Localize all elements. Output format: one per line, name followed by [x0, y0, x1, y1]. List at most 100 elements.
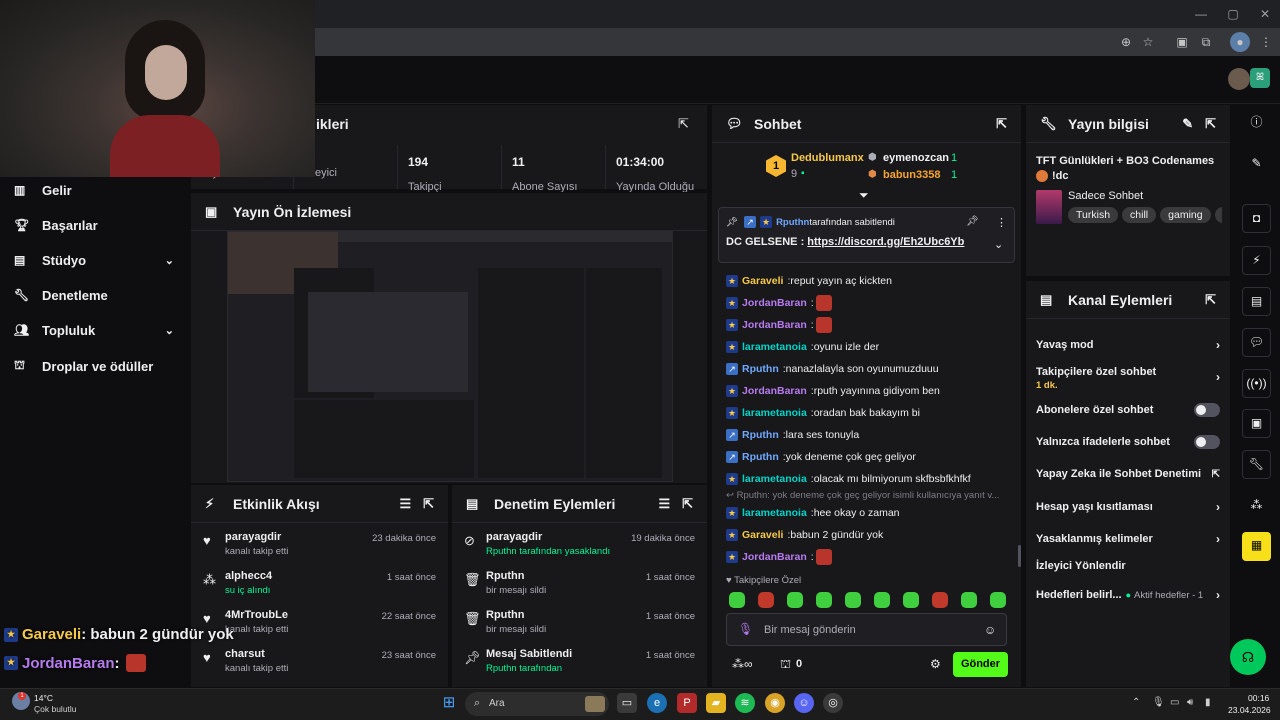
maximize-icon[interactable]: ▢ [1218, 4, 1248, 24]
chat-username[interactable]: JordanBaran [742, 385, 807, 397]
chevron-up-icon[interactable]: ⌃ [1132, 697, 1140, 708]
tag[interactable] [1214, 207, 1222, 223]
emote-button[interactable] [874, 592, 890, 608]
puzzle-icon[interactable]: ⧉ [1196, 32, 1216, 52]
pdf-icon[interactable]: P [677, 693, 697, 713]
zoom-icon[interactable]: ⊕ [1116, 32, 1136, 52]
points-icon[interactable]: ⁂ [1242, 492, 1271, 521]
feed-user[interactable]: charsut [225, 648, 382, 660]
clock-time[interactable]: 00:16 [1248, 693, 1269, 703]
action-raid[interactable]: İzleyici Yönlendir [1036, 560, 1220, 572]
chat-username[interactable]: Rputhn [742, 363, 779, 375]
sidebar-item-gelir[interactable]: ▥ Gelir [14, 179, 174, 201]
tag[interactable]: chill [1122, 207, 1157, 223]
mod-target[interactable]: Rputhn [486, 570, 646, 582]
pinned-by-user[interactable]: Rputhn [776, 217, 809, 228]
avatar[interactable] [1228, 68, 1250, 90]
feed-user[interactable]: alphecc4 [225, 570, 387, 582]
chat-username[interactable]: JordanBaran [742, 319, 807, 331]
volume-icon[interactable]: 🔊︎ [1187, 697, 1193, 708]
leaderboard-first-name[interactable]: Dedublumanx [791, 152, 864, 164]
chat-username[interactable]: larametanoia [742, 473, 807, 485]
tag[interactable]: gaming [1160, 207, 1211, 223]
microphone-icon[interactable]: 🎙︎ [738, 622, 753, 636]
subs-only-toggle[interactable] [1194, 403, 1220, 417]
action-emote-only[interactable]: Yalnızca ifadelerle sohbet [1036, 435, 1220, 449]
action-goals[interactable]: Hedefleri belirl... ● Aktif hedefler - 1… [1036, 588, 1220, 602]
popout-icon[interactable]: ⇱ [423, 496, 434, 512]
clock-date[interactable]: 23.04.2026 [1228, 705, 1271, 715]
edit-icon[interactable]: ✎ [1242, 150, 1271, 179]
category-thumbnail[interactable] [1036, 190, 1062, 224]
sidebar-item-droplar[interactable]: ⛫ Droplar ve ödüller [14, 355, 174, 377]
chat-username[interactable]: larametanoia [742, 407, 807, 419]
channel-points-icon[interactable]: ⁂∞ [732, 657, 753, 671]
edit-icon[interactable]: ✎ [1182, 116, 1193, 132]
chat-username[interactable]: JordanBaran [742, 297, 807, 309]
sidebar-item-topluluk[interactable]: 👥︎ Topluluk ⌄ [14, 319, 174, 341]
chat-username[interactable]: Garaveli [742, 275, 783, 287]
collapse-icon[interactable]: ⏷ [859, 188, 869, 203]
chat-settings-icon[interactable]: ⚙ [930, 657, 941, 671]
chat-bubble-icon[interactable]: 💬︎ [1242, 328, 1271, 357]
chat-username[interactable]: Rputhn [742, 429, 779, 441]
edge-icon[interactable]: e [647, 693, 667, 713]
action-ai-moderation[interactable]: Yapay Zeka ile Sohbet Denetimi ⇱ [1036, 468, 1220, 480]
send-button[interactable]: Gönder [953, 652, 1008, 677]
leaderboard-third-name[interactable]: babun3358 [883, 169, 940, 181]
spotify-icon[interactable]: ≋ [735, 693, 755, 713]
action-slow-mode[interactable]: Yavaş mod › [1036, 338, 1220, 352]
camera-icon[interactable]: ◘ [1242, 204, 1271, 233]
microphone-icon[interactable]: 🎙︎ [1152, 697, 1165, 708]
folder-icon[interactable]: ▰ [706, 693, 726, 713]
popout-icon[interactable]: ⇱ [1205, 116, 1216, 132]
chat-username[interactable]: Garaveli [742, 529, 783, 541]
action-followers-only[interactable]: Takipçilere özel sohbet 1 dk. › [1036, 366, 1220, 391]
profile-icon[interactable]: ● [1230, 32, 1250, 52]
unpin-icon[interactable]: 📌︎ [966, 216, 979, 227]
extension-icon[interactable]: ▣ [1172, 32, 1192, 52]
emote-button[interactable] [961, 592, 977, 608]
bookmark-star-icon[interactable]: ☆ [1138, 32, 1158, 52]
emote-button[interactable] [990, 592, 1006, 608]
chat-scrollbar[interactable] [1018, 545, 1021, 567]
document-icon[interactable]: ▤ [1242, 287, 1271, 316]
clip-icon[interactable]: ▦ [1242, 532, 1271, 561]
minimize-icon[interactable]: — [1186, 4, 1216, 24]
task-view-icon[interactable]: ▭ [617, 693, 637, 713]
windows-start-icon[interactable]: ⊞ [439, 693, 459, 713]
emote-button[interactable] [729, 592, 745, 608]
store-icon[interactable]: ⛫ [780, 657, 791, 673]
app-switch-icon[interactable]: ꕤ [1250, 68, 1270, 88]
broadcast-icon[interactable]: ((•)) [1242, 369, 1271, 398]
leaderboard-second-name[interactable]: eymenozcan [883, 152, 949, 164]
close-window-icon[interactable]: ✕ [1250, 4, 1280, 24]
tag[interactable]: Turkish [1068, 207, 1119, 223]
bolt-icon[interactable]: ⚡︎ [1242, 246, 1271, 275]
emoji-icon[interactable]: ☺ [984, 623, 996, 637]
emote-button[interactable] [816, 592, 832, 608]
actions-icon[interactable]: ▣ [1242, 409, 1271, 438]
chat-username[interactable]: larametanoia [742, 507, 807, 519]
discord-icon[interactable]: ☺ [794, 693, 814, 713]
filter-icon[interactable]: ☰ [399, 496, 411, 512]
support-icon[interactable]: ☊ [1230, 639, 1266, 675]
stream-preview-video[interactable] [227, 231, 673, 482]
popout-icon[interactable]: ⇱ [678, 116, 689, 132]
battery-icon[interactable]: ▮ [1205, 697, 1211, 708]
chat-username[interactable]: Rputhn [742, 451, 779, 463]
popout-icon[interactable]: ⇱ [996, 116, 1007, 132]
chevron-down-icon[interactable]: ⌄ [994, 238, 1003, 251]
mod-target[interactable]: Mesaj Sabitlendi [486, 648, 646, 660]
sidebar-item-basarilar[interactable]: 🏆︎ Başarılar [14, 214, 174, 236]
mod-target[interactable]: Rputhn [486, 609, 646, 621]
sidebar-item-denetleme[interactable]: 🔧︎ Denetleme [14, 284, 174, 306]
more-options-icon[interactable]: ⋮ [996, 216, 1007, 229]
popout-icon[interactable]: ⇱ [682, 496, 693, 512]
sidebar-item-studyo[interactable]: ▤ Stüdyo ⌄ [14, 249, 174, 271]
network-icon[interactable]: ▭ [1170, 697, 1179, 708]
mod-target[interactable]: parayagdir [486, 531, 631, 543]
action-account-age[interactable]: Hesap yaşı kısıtlaması › [1036, 500, 1220, 514]
emote-only-toggle[interactable] [1194, 435, 1220, 449]
pinned-link[interactable]: https://discord.gg/Eh2Ubc6Yb [807, 236, 964, 248]
